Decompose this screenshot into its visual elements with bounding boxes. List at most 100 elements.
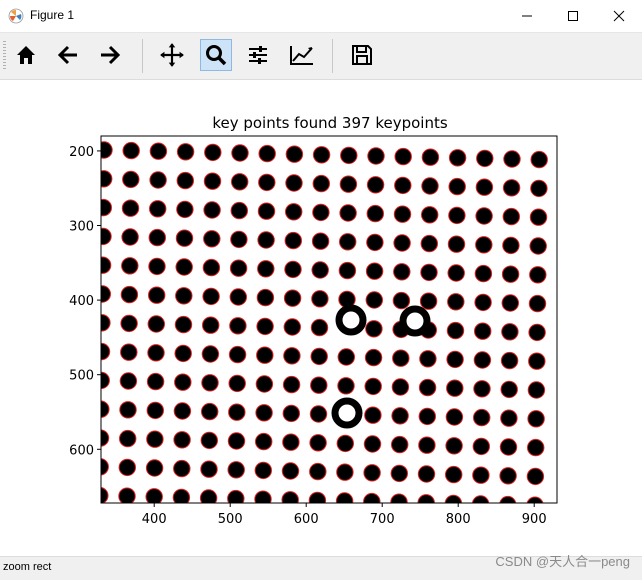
keypoint-dot <box>474 264 493 283</box>
keypoint-dot <box>119 401 137 419</box>
reference-ring <box>399 305 431 337</box>
keypoint-dot <box>448 149 467 167</box>
close-button[interactable] <box>596 0 642 32</box>
keypoint-dot <box>390 493 408 503</box>
keypoint-dot <box>471 495 490 503</box>
keypoint-dot <box>365 291 383 309</box>
reference-ring <box>335 304 367 336</box>
keypoint-dot <box>366 176 385 194</box>
keypoint-dot <box>257 231 275 249</box>
keypoint-dot <box>364 377 382 396</box>
keypoint-dot <box>337 377 355 395</box>
keypoint-dot <box>175 229 194 247</box>
save-icon <box>352 45 372 65</box>
keypoint-dot <box>173 431 191 449</box>
keypoint-dot <box>256 317 274 336</box>
keypoint-dot <box>421 206 439 224</box>
keypoint-dot <box>390 464 408 483</box>
keypoint-dot <box>255 432 273 451</box>
keypoint-dot <box>363 464 381 482</box>
keypoint-dot <box>201 374 219 392</box>
keypoint-dot <box>146 430 164 448</box>
keypoint-dot <box>149 171 167 189</box>
keypoint-dot <box>530 150 548 169</box>
keypoint-dot <box>147 315 166 333</box>
edit-axis-button[interactable] <box>286 39 318 71</box>
keypoint-dot <box>229 317 247 335</box>
keypoint-dot <box>499 495 517 503</box>
keypoint-dot <box>148 257 166 276</box>
keypoint-dot <box>530 179 548 198</box>
keypoint-dot <box>101 141 113 159</box>
keypoint-dot <box>312 174 330 193</box>
keypoint-dot <box>312 146 331 164</box>
title-bar: Figure 1 <box>0 0 642 33</box>
back-button[interactable] <box>52 39 84 71</box>
keypoint-dot <box>501 265 520 283</box>
keypoint-dot <box>447 293 465 311</box>
keypoint-dot <box>283 289 302 307</box>
keypoint-dot <box>526 496 544 503</box>
configure-subplots-button[interactable] <box>242 39 274 71</box>
save-button[interactable] <box>346 39 378 71</box>
keypoint-dot <box>502 207 520 226</box>
keypoint-dot <box>200 431 219 450</box>
keypoint-dot <box>527 381 546 399</box>
keypoint-dot <box>475 178 494 196</box>
keypoint-dot <box>309 405 328 423</box>
figure-svg[interactable]: key points found 397 keypoints 400 500 600… <box>0 80 642 556</box>
keypoint-dot <box>475 236 493 254</box>
keypoint-dot <box>339 233 357 251</box>
keypoint-dot <box>335 492 354 503</box>
figure-canvas[interactable]: key points found 397 keypoints 400 500 600… <box>0 80 642 556</box>
keypoint-dot <box>255 404 273 422</box>
keypoint-dot <box>101 170 113 188</box>
keypoint-dot <box>121 257 139 275</box>
keypoint-dot <box>528 352 546 370</box>
keypoint-dot <box>122 170 140 189</box>
keypoint-dot <box>101 227 112 246</box>
toolbar-grip[interactable] <box>3 41 6 71</box>
keypoint-dot <box>445 465 463 484</box>
watermark-text: CSDN @天人合一peng <box>495 554 630 569</box>
y-axis: 200 300 400 500 600 <box>69 145 101 458</box>
pan-button[interactable] <box>156 39 188 71</box>
keypoint-dot <box>472 466 490 484</box>
keypoint-dot <box>202 258 221 277</box>
forward-button[interactable] <box>94 39 126 71</box>
keypoint-dot <box>340 146 358 165</box>
keypoint-dot <box>228 374 246 393</box>
keypoint-dot <box>312 203 330 222</box>
keypoint-dot <box>394 147 412 166</box>
keypoint-dot <box>174 373 192 391</box>
keypoint-dot <box>311 290 329 308</box>
minimize-button[interactable] <box>504 0 550 32</box>
keypoint-dot <box>149 200 167 218</box>
maximize-button[interactable] <box>550 0 596 32</box>
keypoint-dot <box>175 258 193 276</box>
keypoint-dot <box>229 259 248 277</box>
zoom-button[interactable] <box>200 39 232 71</box>
keypoint-dot <box>499 467 517 485</box>
matplotlib-app-icon <box>8 8 24 24</box>
keypoint-dot <box>473 408 491 427</box>
keypoint-dot <box>285 203 303 221</box>
keypoint-dot <box>282 433 300 451</box>
home-button[interactable] <box>10 39 42 71</box>
keypoint-dot <box>339 204 357 222</box>
x-tick-label: 700 <box>370 512 395 527</box>
status-mode-text: zoom rect <box>3 561 52 573</box>
keypoint-dot <box>200 460 218 478</box>
keypoint-dot <box>258 144 276 163</box>
keypoint-dot <box>392 349 410 367</box>
zoom-icon <box>206 45 227 66</box>
keypoint-dot <box>281 491 299 503</box>
keypoint-dot <box>285 145 304 163</box>
keypoint-dot <box>174 315 193 334</box>
keypoint-dot <box>119 372 138 390</box>
keypoint-dot <box>282 375 301 394</box>
keypoint-dot <box>230 201 249 220</box>
keypoint-dot <box>146 401 165 420</box>
keypoint-dot <box>310 376 328 394</box>
y-tick-label: 200 <box>69 145 94 160</box>
